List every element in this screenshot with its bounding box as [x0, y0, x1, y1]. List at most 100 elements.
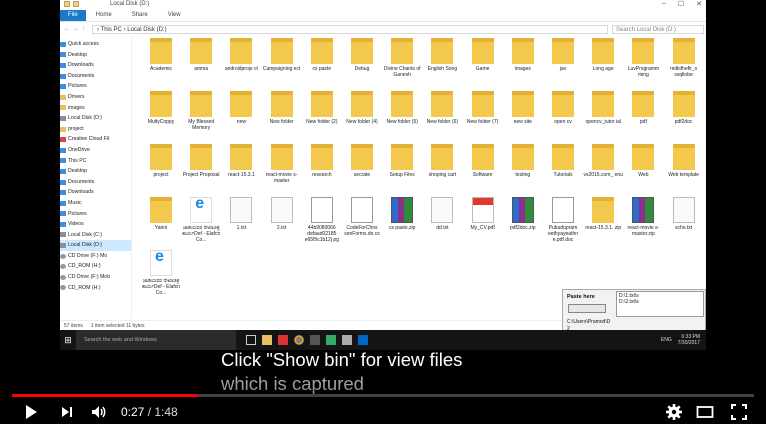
file-item: New folder (7): [462, 91, 504, 125]
folder-icon: [150, 197, 172, 223]
folder-icon: [150, 91, 172, 117]
file-name: English Song: [427, 66, 458, 72]
paste-here-label: Paste here: [567, 294, 595, 300]
nav-item-label: Local Disk (C:): [68, 231, 103, 238]
show-bin-button: [568, 304, 606, 313]
folder-icon: [391, 144, 414, 170]
file-name: new site: [513, 119, 532, 125]
file-icon: [230, 197, 253, 223]
file-item: Game: [462, 38, 504, 72]
desktop-icon: [60, 168, 66, 174]
file-name: amma: [194, 66, 209, 72]
drive-icon: [60, 243, 66, 249]
play-icon[interactable]: [22, 403, 40, 421]
file-name: Setup Files: [389, 172, 415, 178]
videos-icon: [60, 221, 66, 227]
nav-item-label: Drivers: [68, 93, 85, 100]
file-name: Tutorials: [553, 172, 573, 178]
nav-item: Creative Cloud Fil: [60, 134, 131, 145]
folder-icon: [552, 144, 574, 170]
file-item: Debug: [341, 38, 383, 72]
file-item: testing: [502, 144, 544, 178]
volume-icon[interactable]: [90, 403, 108, 421]
clock: 6:33 PM 7/30/2017: [678, 334, 700, 346]
nav-item-label: OneDrive: [68, 146, 90, 153]
file-item: 44b9080066 defaad02185 e65f9c1b12j pg: [301, 197, 343, 243]
file-name: scho.txt: [674, 225, 693, 231]
file-icon: [511, 197, 534, 223]
folder-icon: [60, 105, 66, 111]
folder-icon: [632, 144, 655, 170]
folder-icon: [552, 91, 574, 117]
nav-item: CD Drive (F:) Mo: [60, 251, 131, 262]
folder-icon: [632, 91, 655, 117]
file-item: New folder (2): [301, 91, 343, 125]
file-name: Software: [472, 172, 493, 178]
file-name: Web template: [668, 172, 699, 178]
file-item: images: [502, 38, 544, 72]
file-name: New folder (5): [386, 119, 418, 125]
language-indicator: ENG: [660, 337, 672, 343]
nav-item-label: Desktop: [68, 168, 88, 175]
file-name: dd.txt: [436, 225, 449, 231]
nav-item: CD_ROM (H:): [60, 261, 131, 272]
paste-here-window: Paste here D:\1.txt\s D:\2.txt\s C:\User…: [562, 289, 706, 333]
search-box: Search Local Disk (D:): [612, 24, 704, 34]
folder-icon: [672, 38, 695, 64]
file-name: react-movie s-master.zip: [627, 225, 660, 237]
nav-item-label: Documents: [68, 72, 95, 79]
nav-item: Documents: [60, 71, 131, 82]
settings-gear-icon[interactable]: [665, 403, 683, 421]
ribbon-tab-home: Home: [95, 12, 112, 18]
nav-item: Local Disk (C:): [60, 230, 131, 241]
file-item: English Song: [421, 38, 463, 72]
nav-item-label: This PC: [68, 157, 87, 164]
creative-cloud-icon: [60, 137, 66, 143]
maximize-icon: ☐: [677, 1, 685, 8]
file-name: 1.txt: [236, 225, 247, 231]
file-item: cs paste.zip: [381, 197, 423, 231]
download-icon: [60, 62, 66, 68]
drive-icon: [60, 115, 66, 121]
nav-item: Quick access: [60, 39, 131, 50]
file-item: MultyCoppy: [140, 91, 182, 125]
nav-item: CD Drive (F:) Mob: [60, 272, 131, 283]
folder-icon: [552, 38, 574, 64]
folder-icon: [471, 91, 494, 117]
folder-icon: [310, 91, 333, 117]
file-item: Web template: [663, 144, 705, 178]
pictures-icon: [60, 84, 66, 90]
navigation-pane: Quick access Desktop Downloads Documents Pic…: [60, 36, 132, 318]
desktop-icon: [60, 52, 66, 58]
ribbon-tab-file: File: [60, 10, 86, 21]
theater-mode-icon[interactable]: [696, 403, 714, 421]
fullscreen-icon[interactable]: [730, 403, 748, 421]
file-name: secrate: [353, 172, 371, 178]
folder-icon: [351, 38, 373, 64]
file-item: react-movie s-master.zip: [622, 197, 664, 237]
folder-icon: [511, 144, 534, 170]
nav-item: This PC: [60, 156, 131, 167]
folder-icon: [190, 144, 213, 170]
app-icon: [310, 335, 320, 345]
ribbon-tabs: File Home Share View: [60, 10, 706, 22]
nav-item: Drivers: [60, 92, 131, 103]
file-item: pdf: [622, 91, 664, 125]
folder-icon: [471, 144, 494, 170]
nav-arrows-icon: ←→↑: [64, 26, 88, 32]
file-item: new: [220, 91, 262, 125]
file-name: react-movie s-master: [265, 172, 298, 184]
nav-item-label: Desktop: [68, 51, 88, 58]
file-item: CodeForChos senForms.do cx: [341, 197, 383, 237]
file-name: vs2015.com_ enu: [583, 172, 623, 178]
file-name: cs paste: [312, 66, 332, 72]
file-name: react-15.3.1: [228, 172, 255, 178]
video-player[interactable]: Local Disk (D:) – ☐ ✕ File Home Share Vi…: [0, 0, 766, 424]
star-icon: [60, 41, 66, 47]
file-item: dd.txt: [421, 196, 463, 240]
nav-item: Documents: [60, 177, 131, 188]
file-explorer-icon: [262, 335, 272, 345]
next-icon[interactable]: [58, 403, 76, 421]
nav-item: Local Disk (D:): [60, 113, 131, 124]
nav-item-label: project: [68, 125, 84, 132]
